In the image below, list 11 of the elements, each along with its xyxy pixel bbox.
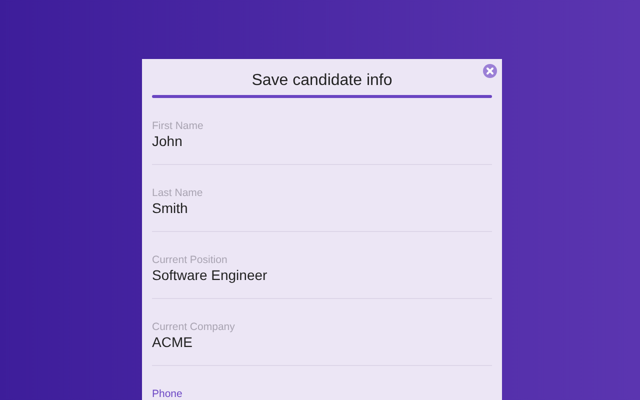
field-value[interactable]: ACME <box>152 333 192 351</box>
field-label: Current Company <box>152 321 235 333</box>
field-value[interactable]: Smith <box>152 199 188 217</box>
field-label: Current Position <box>152 254 228 266</box>
close-icon[interactable] <box>483 64 497 78</box>
field-label: First Name <box>152 120 204 132</box>
field-value[interactable]: John <box>152 132 182 150</box>
dialog-title: Save candidate info <box>252 71 392 91</box>
field-label: Last Name <box>152 187 203 199</box>
field-value[interactable]: Software Engineer <box>152 266 268 284</box>
field-label: Phone <box>152 388 182 400</box>
